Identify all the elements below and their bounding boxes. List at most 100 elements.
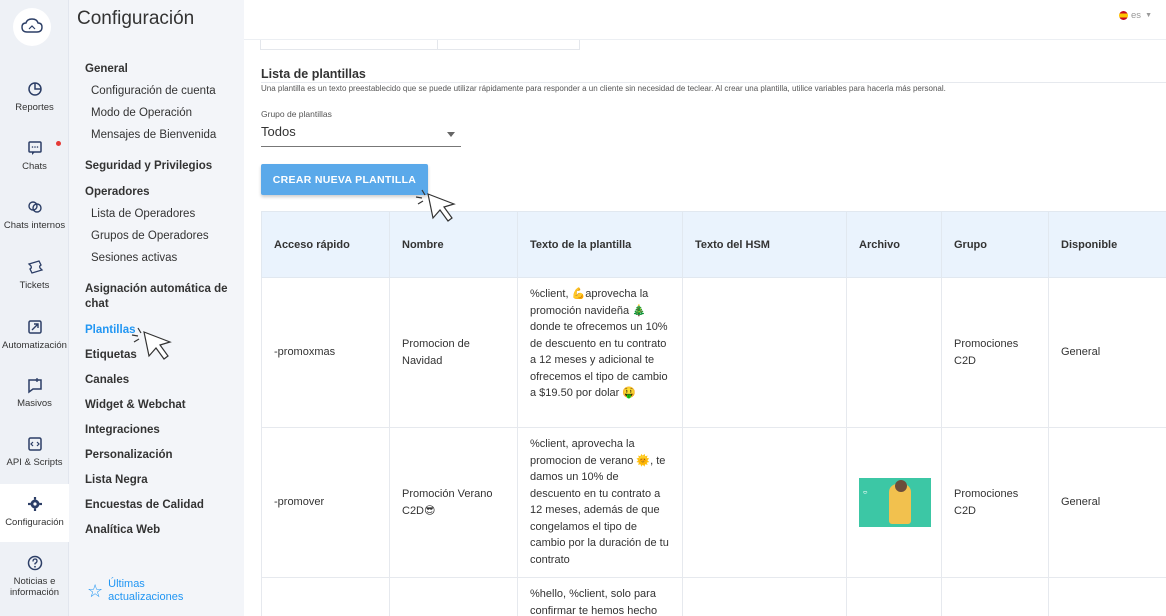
app-logo-icon[interactable] <box>13 8 51 46</box>
pointer-cursor-icon <box>131 327 172 360</box>
page-title: Configuración <box>77 8 195 29</box>
menu-item-grupos-operadores[interactable]: Grupos de Operadores <box>85 229 240 244</box>
rail-label: Masivos <box>17 398 52 409</box>
rail-item-automatizacion[interactable]: Automatización <box>0 318 69 351</box>
pointer-cursor-icon <box>415 189 456 222</box>
rail-item-configuracion[interactable]: Configuración <box>0 484 69 542</box>
rail-item-noticias[interactable]: Noticias e información <box>0 554 69 598</box>
cell-available: General <box>1048 427 1166 578</box>
cell-file <box>846 277 942 428</box>
menu-item-lista-operadores[interactable]: Lista de Operadores <box>85 207 240 222</box>
rail-label: API & Scripts <box>6 457 63 468</box>
rail-item-tickets[interactable]: Tickets <box>0 258 69 291</box>
cell-group: Promociones C2D <box>941 427 1049 578</box>
cell-group: Promociones C2D <box>941 277 1049 428</box>
table-row[interactable]: -promover Promoción Verano C2D😎 %client,… <box>261 427 1166 578</box>
language-selector[interactable]: es ▼ <box>1119 10 1152 21</box>
app-rail: Reportes Chats Chats internos Tickets Au… <box>0 0 69 616</box>
broadcast-icon <box>27 378 42 394</box>
cell-text: %client, 💪aprovecha la promoción navideñ… <box>517 277 683 428</box>
file-thumbnail-image[interactable]: ⬭ <box>859 478 931 527</box>
gear-icon <box>27 497 42 511</box>
cell-hsm <box>682 427 847 578</box>
table-row[interactable]: %hello, %client, solo para confirmar te … <box>261 577 1166 616</box>
cell-name: Promocion de Navidad <box>389 277 518 428</box>
create-template-button[interactable]: CREAR NUEVA PLANTILLA <box>261 164 428 195</box>
rail-label: Automatización <box>2 340 67 351</box>
table-header-row: Acceso rápido Nombre Texto de la plantil… <box>261 211 1166 278</box>
rail-label: Reportes <box>15 102 54 113</box>
help-icon <box>27 555 42 571</box>
column-header[interactable]: Texto del HSM <box>682 211 847 278</box>
table-row[interactable]: -promoxmas Promocion de Navidad %client,… <box>261 277 1166 428</box>
menu-section-analitica[interactable]: Analítica Web <box>85 523 240 538</box>
menu-item-configuracion-cuenta[interactable]: Configuración de cuenta <box>85 84 240 99</box>
cell-hsm <box>682 577 847 616</box>
rail-item-reportes[interactable]: Reportes <box>0 80 69 113</box>
menu-section-asignacion[interactable]: Asignación automática de chat <box>85 282 240 312</box>
language-label: es <box>1131 10 1142 21</box>
column-header[interactable]: Disponible <box>1048 211 1166 278</box>
cell-shortcut <box>261 577 390 616</box>
rail-item-masivos[interactable]: Masivos <box>0 376 69 409</box>
star-icon: ☆ <box>87 581 104 601</box>
group-select-label: Grupo de plantillas <box>261 109 332 119</box>
menu-item-modo-operacion[interactable]: Modo de Operación <box>85 106 240 121</box>
automation-icon <box>27 320 42 334</box>
rail-label: Tickets <box>19 280 50 291</box>
notification-dot <box>56 141 61 146</box>
menu-item-sesiones-activas[interactable]: Sesiones activas <box>85 251 240 266</box>
menu-section-lista-negra[interactable]: Lista Negra <box>85 473 240 488</box>
divider <box>261 82 1166 83</box>
previous-section-box <box>260 40 580 50</box>
menu-section-personalizacion[interactable]: Personalización <box>85 448 240 463</box>
rail-label: Chats internos <box>3 220 66 231</box>
rail-item-chats[interactable]: Chats <box>0 139 69 172</box>
thumbnail-figure-head <box>895 480 907 492</box>
latest-updates-link[interactable]: ☆ Últimas actualizaciones <box>87 578 198 604</box>
group-select-value: Todos <box>261 124 296 139</box>
cell-available: General <box>1048 277 1166 428</box>
ticket-icon <box>27 260 43 274</box>
cell-group <box>941 577 1049 616</box>
settings-sidebar: Configuración General Configuración de c… <box>69 0 244 616</box>
cell-name: Promoción Verano C2D😎 <box>389 427 518 578</box>
rail-label: Chats <box>22 161 47 172</box>
rail-item-chats-internos[interactable]: Chats internos <box>0 198 69 231</box>
section-description: Una plantilla es un texto preestablecido… <box>261 84 946 93</box>
chart-pie-icon <box>27 82 42 96</box>
menu-section-encuestas[interactable]: Encuestas de Calidad <box>85 498 240 513</box>
cell-hsm <box>682 277 847 428</box>
templates-table: Acceso rápido Nombre Texto de la plantil… <box>261 211 1166 616</box>
thumbnail-logo-icon: ⬭ <box>863 490 868 496</box>
menu-section-integraciones[interactable]: Integraciones <box>85 423 240 438</box>
cell-shortcut: -promoxmas <box>261 277 390 428</box>
cell-available <box>1048 577 1166 616</box>
main-content: Lista de plantillas Una plantilla es un … <box>244 40 1166 616</box>
menu-item-mensajes-bienvenida[interactable]: Mensajes de Bienvenida <box>85 128 240 143</box>
cell-name <box>389 577 518 616</box>
settings-menu: General Configuración de cuenta Modo de … <box>85 62 240 538</box>
rail-label: Noticias e información <box>9 576 60 598</box>
internal-chat-icon <box>27 201 42 213</box>
menu-section-general[interactable]: General <box>85 62 240 77</box>
rail-item-api-scripts[interactable]: API & Scripts <box>0 435 69 468</box>
code-icon <box>27 437 42 451</box>
dropdown-caret-icon <box>447 132 455 137</box>
rail-label: Configuración <box>5 517 64 528</box>
cell-file: ⬭ <box>846 427 942 578</box>
menu-section-widget[interactable]: Widget & Webchat <box>85 398 240 413</box>
cell-text: %hello, %client, solo para confirmar te … <box>517 577 683 616</box>
menu-section-seguridad[interactable]: Seguridad y Privilegios <box>85 159 240 174</box>
column-header[interactable]: Archivo <box>846 211 942 278</box>
column-header[interactable]: Grupo <box>941 211 1049 278</box>
menu-section-operadores[interactable]: Operadores <box>85 185 240 200</box>
cell-text: %client, aprovecha la promocion de veran… <box>517 427 683 578</box>
group-select[interactable]: Todos <box>261 124 461 147</box>
menu-section-canales[interactable]: Canales <box>85 373 240 388</box>
column-header[interactable]: Acceso rápido <box>261 211 390 278</box>
column-header[interactable]: Texto de la plantilla <box>517 211 683 278</box>
cell-file <box>846 577 942 616</box>
top-bar: es ▼ <box>244 0 1166 40</box>
spain-flag-icon <box>1119 11 1129 20</box>
